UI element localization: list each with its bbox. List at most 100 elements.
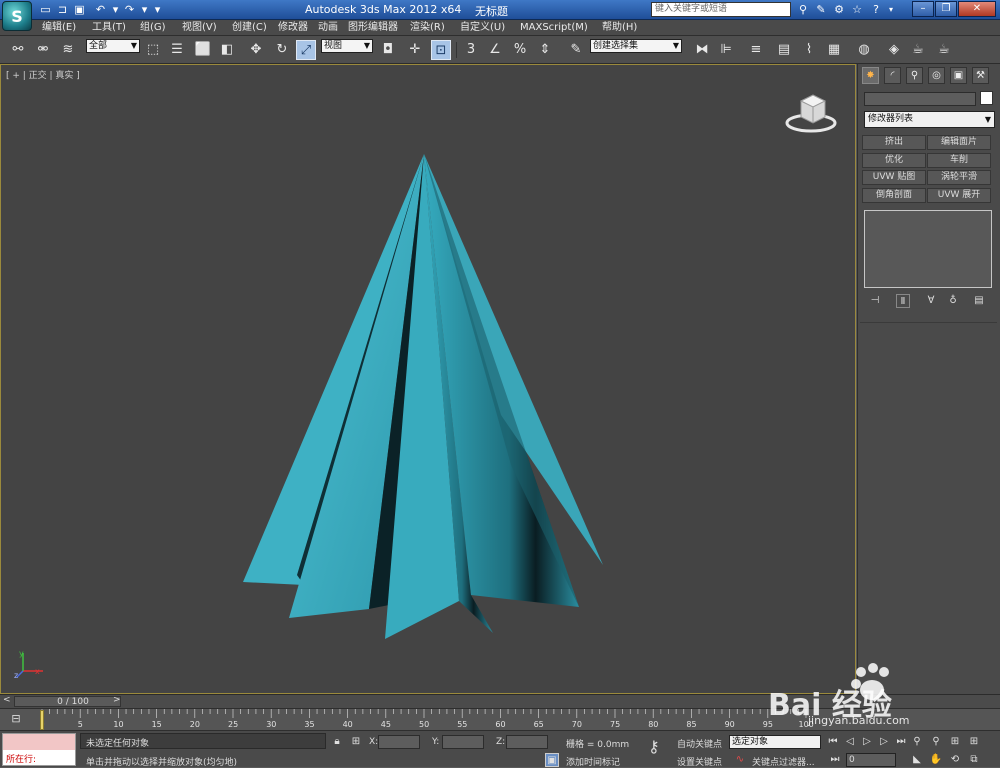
menu-edit[interactable]: 编辑(E) xyxy=(42,21,76,35)
undo-dropdown-icon[interactable]: ▾ xyxy=(108,2,123,17)
help-dropdown-icon[interactable]: ▾ xyxy=(883,2,899,17)
select-by-name-icon[interactable]: ☰ xyxy=(167,40,187,60)
optimize-button[interactable]: 优化 xyxy=(862,153,926,168)
field-of-view-icon[interactable]: ◣ xyxy=(910,753,924,767)
spinner-snap-icon[interactable]: ⇕ xyxy=(535,40,555,60)
show-end-result-icon[interactable]: Ⅱ xyxy=(896,294,910,308)
mini-curve-editor-icon[interactable]: ⊟ xyxy=(8,712,24,726)
hierarchy-tab-icon[interactable]: ⚲ xyxy=(906,67,923,84)
zoom-extents-icon[interactable]: ⊞ xyxy=(948,735,962,749)
undo-icon[interactable]: ↶ xyxy=(93,2,108,17)
maxscript-listener[interactable]: 所在行: xyxy=(2,733,76,766)
angle-snap-icon[interactable]: ∠ xyxy=(485,40,505,60)
set-key-icon[interactable]: ⚷ xyxy=(648,739,670,755)
create-tab-icon[interactable]: ✸ xyxy=(862,67,879,84)
rendered-frame-window-icon[interactable]: ☕ xyxy=(908,40,928,60)
menu-customize[interactable]: 自定义(U) xyxy=(460,21,505,35)
next-frame-icon[interactable]: ▷ xyxy=(877,735,891,749)
key-filters-button[interactable]: 关键点过滤器... xyxy=(752,755,815,768)
selection-filter-dropdown[interactable]: 全部 ▼ xyxy=(86,39,140,53)
object-name-field[interactable] xyxy=(864,92,976,106)
set-key-button[interactable]: 设置关键点 xyxy=(677,755,722,768)
mirror-icon[interactable]: ⧓ xyxy=(692,40,712,60)
zoom-all-icon[interactable]: ⚲ xyxy=(929,735,943,749)
help-icon[interactable]: ? xyxy=(868,2,884,17)
modifier-list-dropdown[interactable]: 修改器列表 ▼ xyxy=(864,111,995,128)
favorites-icon[interactable]: ☆ xyxy=(849,2,865,17)
uvw-map-button[interactable]: UVW 贴图 xyxy=(862,170,926,185)
keyboard-shortcut-override-icon[interactable]: ⊡ xyxy=(431,40,451,60)
rectangular-selection-icon[interactable]: ⬜ xyxy=(193,40,213,60)
menu-help[interactable]: 帮助(H) xyxy=(602,21,637,35)
select-and-rotate-icon[interactable]: ↻ xyxy=(272,40,292,60)
edit-named-selection-icon[interactable]: ✎ xyxy=(566,40,586,60)
pan-view-icon[interactable]: ✋ xyxy=(929,753,943,767)
window-crossing-icon[interactable]: ◧ xyxy=(217,40,237,60)
auto-key-button[interactable]: 自动关键点 xyxy=(677,737,722,750)
percent-snap-icon[interactable]: % xyxy=(510,40,530,60)
menu-modifiers[interactable]: 修改器 xyxy=(278,21,308,35)
zoom-icon[interactable]: ⚲ xyxy=(910,735,924,749)
schematic-view-icon[interactable]: ▦ xyxy=(824,40,844,60)
z-coordinate-field[interactable] xyxy=(506,735,548,749)
select-and-move-icon[interactable]: ✥ xyxy=(246,40,266,60)
unwrap-uvw-button[interactable]: UVW 展开 xyxy=(927,188,991,203)
new-icon[interactable]: ▭ xyxy=(38,2,53,17)
perspective-viewport[interactable]: [ + | 正交 | 真实 ] x y z xyxy=(0,64,856,694)
graphite-ribbon-icon[interactable]: ▤ xyxy=(774,40,794,60)
add-time-tag[interactable]: 添加时间标记 xyxy=(566,755,620,768)
menu-graph-editors[interactable]: 图形编辑器 xyxy=(348,21,398,35)
key-mode-dropdown[interactable]: 选定对象 xyxy=(729,735,821,749)
time-prev-icon[interactable]: < xyxy=(3,695,11,705)
pyramid-3d-object[interactable] xyxy=(1,65,857,695)
maximize-button[interactable]: ❐ xyxy=(935,1,957,17)
make-unique-icon[interactable]: ∀ xyxy=(924,294,938,308)
menu-tools[interactable]: 工具(T) xyxy=(92,21,126,35)
save-icon[interactable]: ▣ xyxy=(72,2,87,17)
menu-maxscript[interactable]: MAXScript(M) xyxy=(520,21,588,35)
display-tab-icon[interactable]: ▣ xyxy=(950,67,967,84)
absolute-mode-icon[interactable]: ⊞ xyxy=(349,735,363,749)
minimize-button[interactable]: – xyxy=(912,1,934,17)
object-color-swatch[interactable] xyxy=(980,91,993,105)
edit-patch-button[interactable]: 编辑面片 xyxy=(927,135,991,150)
select-object-icon[interactable]: ⬚ xyxy=(143,40,163,60)
layer-manager-icon[interactable]: ≡ xyxy=(746,40,766,60)
utilities-tab-icon[interactable]: ⚒ xyxy=(972,67,989,84)
current-frame-field[interactable]: 0 xyxy=(846,753,896,767)
x-coordinate-field[interactable] xyxy=(378,735,420,749)
zoom-extents-all-icon[interactable]: ⊞ xyxy=(967,735,981,749)
app-logo-icon[interactable]: S xyxy=(2,1,32,31)
curve-editor-icon[interactable]: ⌇ xyxy=(799,40,819,60)
goto-end-icon[interactable]: ⏭ xyxy=(894,735,908,749)
maximize-viewport-icon[interactable]: ⧉ xyxy=(967,753,981,767)
pin-stack-icon[interactable]: ⊣ xyxy=(868,294,882,308)
select-and-link-icon[interactable]: ⚯ xyxy=(8,40,28,60)
bind-to-space-warp-icon[interactable]: ≋ xyxy=(58,40,78,60)
menu-views[interactable]: 视图(V) xyxy=(182,21,217,35)
configure-sets-icon[interactable]: ▤ xyxy=(972,294,986,308)
menu-rendering[interactable]: 渲染(R) xyxy=(410,21,445,35)
key-mode-toggle-icon[interactable]: ⏭ xyxy=(828,753,842,767)
maxscript-input[interactable] xyxy=(3,734,75,750)
extrude-button[interactable]: 挤出 xyxy=(862,135,926,150)
menu-animation[interactable]: 动画 xyxy=(318,21,338,35)
unlink-selection-icon[interactable]: ⚮ xyxy=(33,40,53,60)
modify-tab-icon[interactable]: ◜ xyxy=(884,67,901,84)
reference-coord-dropdown[interactable]: 视图 ▼ xyxy=(321,39,373,53)
orbit-icon[interactable]: ⟲ xyxy=(948,753,962,767)
redo-icon[interactable]: ↷ xyxy=(122,2,137,17)
subscription-icon[interactable]: ⚙ xyxy=(831,2,847,17)
remove-modifier-icon[interactable]: ♁ xyxy=(946,294,960,308)
render-setup-icon[interactable]: ◈ xyxy=(884,40,904,60)
render-production-icon[interactable]: ☕ xyxy=(934,40,954,60)
select-manipulate-icon[interactable]: ✛ xyxy=(405,40,425,60)
pivot-center-icon[interactable]: ◘ xyxy=(378,40,398,60)
select-and-scale-icon[interactable]: ⤢ xyxy=(296,40,316,60)
named-selection-dropdown[interactable]: 创建选择集 ▼ xyxy=(590,39,682,53)
close-button[interactable]: ✕ xyxy=(958,1,996,17)
motion-tab-icon[interactable]: ◎ xyxy=(928,67,945,84)
align-icon[interactable]: ⊫ xyxy=(716,40,736,60)
time-cursor[interactable] xyxy=(40,710,44,730)
snaps-toggle-icon[interactable]: 3 xyxy=(461,40,481,60)
